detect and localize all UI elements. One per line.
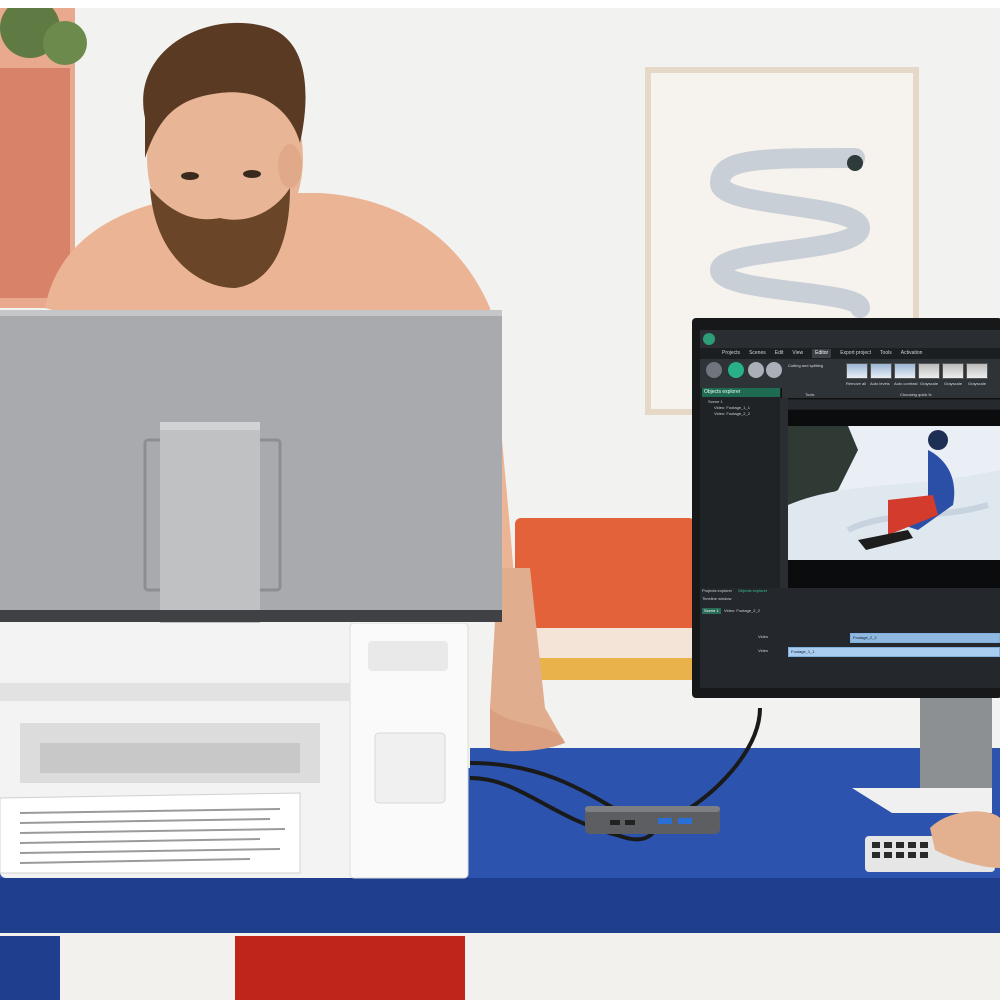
timeline-title: Timeline window xyxy=(702,596,732,601)
screen-tab-active: Editor xyxy=(812,349,832,358)
screen-tool-column xyxy=(780,398,788,598)
screen-menubar xyxy=(700,330,1000,348)
timeline-clip-tab: Video: Footage_2_2 xyxy=(724,608,760,613)
ribbon-label-cutting: Cutting and splitting xyxy=(788,363,824,368)
ribbon-tool-icon xyxy=(748,362,764,378)
timeline-panel-tab: Objects explorer xyxy=(738,588,768,593)
video-editor-screen: Projects Scenes Edit View Editor Export … xyxy=(700,330,1000,688)
left-monitor-back xyxy=(0,310,502,630)
printer xyxy=(0,623,469,879)
video-preview xyxy=(788,410,1000,588)
effect-thumbnail xyxy=(942,363,964,379)
ribbon-label-tools: Tools xyxy=(805,392,815,397)
ribbon-label-quick-fx: Choosing quick fx xyxy=(900,392,932,397)
screen-toolbar xyxy=(782,400,1000,409)
objects-explorer-panel: Objects explorer Scene 1 Video: Footage_… xyxy=(700,388,782,588)
app-logo-icon xyxy=(703,333,715,345)
effect-thumbnail xyxy=(870,363,892,379)
effect-thumbnail xyxy=(918,363,940,379)
timeline-scene-tab: Scene 1 xyxy=(702,608,721,614)
effect-label: Grayscale xyxy=(944,381,963,386)
effect-thumbnail xyxy=(966,363,988,379)
screen-tab: Tools xyxy=(880,350,892,356)
screen-tab: Scenes xyxy=(749,350,766,356)
ribbon-tool-icon xyxy=(728,362,744,378)
effect-thumbnail xyxy=(846,363,868,379)
track-name: Video xyxy=(758,648,769,653)
timeline-clip: Footage_1_1 xyxy=(788,647,1000,657)
photo-scene: Projects Scenes Edit View Editor Export … xyxy=(0,0,1000,1000)
effect-label: Auto levels xyxy=(870,381,890,386)
keyboard-and-hand xyxy=(865,811,1000,872)
track-name: Video xyxy=(758,634,769,639)
timeline-clip: Footage_2_2 xyxy=(850,633,1000,643)
screen-tab: Export project xyxy=(840,350,872,356)
objects-explorer-title: Objects explorer xyxy=(702,388,780,397)
object-item: Video: Footage_2_2 xyxy=(714,411,750,416)
effect-label: Remove all xyxy=(846,381,867,386)
snowboard-preview-frame xyxy=(788,410,1000,588)
ribbon-tool-icon xyxy=(766,362,782,378)
screen-tab: Projects xyxy=(722,350,741,356)
screen-tab: Edit xyxy=(774,350,784,356)
screen-tab: Activation xyxy=(900,350,923,356)
effect-thumbnail xyxy=(894,363,916,379)
effect-label: Grayscale xyxy=(920,381,939,386)
screen-tab: View xyxy=(792,350,804,356)
timeline-window: Projects explorer Objects explorer Timel… xyxy=(700,588,1000,688)
timeline-panel-tab: Projects explorer xyxy=(702,588,733,593)
screen-tabs: Projects Scenes Edit View Editor Export … xyxy=(722,349,1000,358)
effect-label: Grayscale xyxy=(968,381,987,386)
effect-label: Auto contrast xyxy=(894,381,918,386)
office-photo: Projects Scenes Edit View Editor Export … xyxy=(0,8,1000,1000)
ribbon-tool-icon xyxy=(706,362,722,378)
